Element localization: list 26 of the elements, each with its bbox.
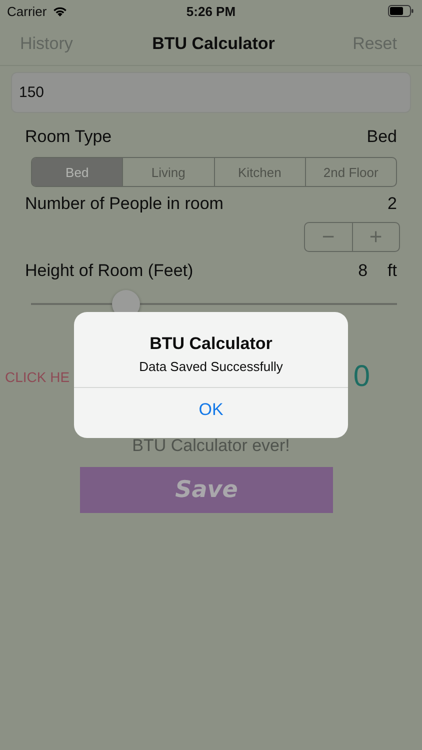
wifi-icon xyxy=(52,5,68,17)
people-label: Number of People in room xyxy=(25,194,224,214)
status-time: 5:26 PM xyxy=(185,4,237,18)
tagline-text: BTU Calculator ever! xyxy=(131,437,291,455)
increment-button[interactable]: + xyxy=(352,223,399,251)
area-input-field[interactable]: 150 xyxy=(11,72,411,113)
room-type-segment[interactable]: Bed xyxy=(32,158,122,186)
height-label: Height of Room (Feet) xyxy=(25,261,194,281)
people-count: 2 xyxy=(388,194,397,214)
save-button[interactable]: Save xyxy=(80,467,333,513)
alert-title: BTU Calculator xyxy=(148,334,274,354)
room-type-value: Bed xyxy=(366,127,397,147)
height-unit: ft xyxy=(388,261,397,281)
room-type-segment[interactable]: Kitchen xyxy=(214,158,305,186)
battery-icon xyxy=(388,5,414,17)
carrier-label: Carrier xyxy=(7,4,47,18)
click-here-link[interactable]: CLICK HE xyxy=(5,369,70,385)
ok-button[interactable]: OK xyxy=(74,387,348,432)
room-type-segment[interactable]: 2nd Floor xyxy=(304,158,396,186)
height-value: 8 xyxy=(358,261,368,281)
alert-message: Data Saved Successfully xyxy=(138,359,284,376)
btu-result-value: 0 xyxy=(353,360,370,394)
room-type-label: Room Type xyxy=(25,127,112,147)
decrement-button[interactable]: − xyxy=(305,223,352,251)
room-type-segment[interactable]: Living xyxy=(122,158,214,186)
screen-title: BTU Calculator xyxy=(152,34,275,54)
